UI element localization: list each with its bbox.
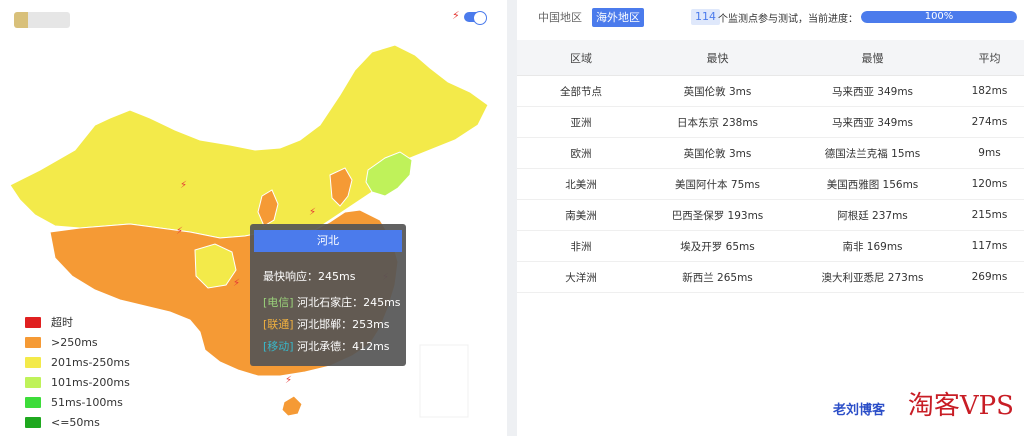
table-header: 区域 最快 最慢 平均 bbox=[517, 40, 1024, 76]
cell-fastest: 巴西圣保罗 193ms bbox=[671, 209, 764, 222]
progress-text: 100% bbox=[924, 11, 954, 22]
panel-divider bbox=[507, 0, 517, 436]
bolt-icon: ⚡ bbox=[180, 180, 187, 191]
map-region-north-west[interactable] bbox=[9, 44, 489, 239]
tooltip-line-mobile: [移动] 河北承德：412ms bbox=[263, 338, 390, 354]
table-row: 大洋洲 新西兰 265ms 澳大利亚悉尼 273ms 269ms bbox=[517, 262, 1024, 293]
tooltip-value: 河北石家庄：245ms bbox=[293, 296, 401, 309]
progress-label: 个监测点参与测试，当前进度： bbox=[718, 14, 858, 25]
legend-item[interactable]: >250ms bbox=[25, 332, 130, 352]
cell-fastest: 日本东京 238ms bbox=[676, 116, 759, 129]
cell-slowest: 澳大利亚悉尼 273ms bbox=[821, 271, 924, 284]
cell-average: 215ms bbox=[971, 209, 1008, 221]
legend-label: 51ms-100ms bbox=[51, 395, 123, 409]
cell-slowest: 马来西亚 349ms bbox=[831, 85, 914, 98]
map-panel: ⚡ ⚡ ⚡ ⚡ ⚡ ⚡ ⚡ 超时 >250ms bbox=[0, 0, 507, 436]
bolt-icon: ⚡ bbox=[233, 278, 240, 289]
map-region-hainan[interactable] bbox=[281, 395, 303, 417]
cell-average: 274ms bbox=[971, 116, 1008, 128]
header-slowest[interactable]: 最慢 bbox=[790, 40, 955, 75]
isp-unicom-label: [联通] bbox=[263, 318, 294, 331]
tooltip-fastest: 最快响应：245ms bbox=[263, 270, 356, 283]
legend-swatch bbox=[25, 336, 41, 348]
isp-mobile-label: [移动] bbox=[263, 340, 294, 353]
cell-fastest: 美国阿什本 75ms bbox=[675, 178, 760, 191]
cell-slowest: 南非 169ms bbox=[842, 240, 903, 253]
header-average[interactable]: 平均 bbox=[955, 40, 1024, 75]
results-table: 区域 最快 最慢 平均 全部节点 英国伦敦 3ms 马来西亚 349ms 182… bbox=[517, 40, 1024, 293]
cell-region: 欧洲 bbox=[570, 147, 592, 160]
header-fastest[interactable]: 最快 bbox=[645, 40, 790, 75]
tooltip-line-telecom: [电信] 河北石家庄：245ms bbox=[263, 294, 401, 310]
table-row: 非洲 埃及开罗 65ms 南非 169ms 117ms bbox=[517, 231, 1024, 262]
isp-telecom-label: [电信] bbox=[263, 296, 294, 309]
cell-region: 大洋洲 bbox=[565, 271, 597, 284]
legend-swatch bbox=[25, 416, 41, 428]
bolt-icon: ⚡ bbox=[285, 375, 292, 386]
cell-slowest: 德国法兰克福 15ms bbox=[824, 147, 921, 160]
bolt-icon: ⚡ bbox=[309, 207, 316, 218]
legend-item[interactable]: 201ms-250ms bbox=[25, 352, 130, 372]
legend-item[interactable]: <=50ms bbox=[25, 412, 130, 432]
legend-item[interactable]: 101ms-200ms bbox=[25, 372, 130, 392]
cell-fastest: 英国伦敦 3ms bbox=[683, 147, 752, 160]
south-china-sea-inset bbox=[419, 344, 469, 418]
legend-label: 101ms-200ms bbox=[51, 375, 130, 389]
legend-item[interactable]: 51ms-100ms bbox=[25, 392, 130, 412]
cell-slowest: 马来西亚 349ms bbox=[831, 116, 914, 129]
region-tabs: 中国地区 海外地区 bbox=[534, 8, 644, 27]
tooltip-title: 河北 bbox=[254, 230, 402, 252]
blog-watermark: 老刘博客 bbox=[833, 403, 886, 418]
legend-swatch bbox=[25, 376, 41, 388]
cell-average: 182ms bbox=[971, 85, 1008, 97]
results-panel: 中国地区 海外地区 114 个监测点参与测试，当前进度： 100% 区域 最快 … bbox=[517, 0, 1024, 436]
tooltip-value: 河北承德：412ms bbox=[293, 340, 390, 353]
cell-region: 北美洲 bbox=[565, 178, 597, 191]
cell-fastest: 埃及开罗 65ms bbox=[680, 240, 755, 253]
legend-swatch bbox=[25, 396, 41, 408]
table-row: 亚洲 日本东京 238ms 马来西亚 349ms 274ms bbox=[517, 107, 1024, 138]
brand-watermark: 淘客VPS bbox=[907, 391, 1014, 421]
cell-region: 非洲 bbox=[570, 240, 592, 253]
cell-average: 269ms bbox=[971, 271, 1008, 283]
table-row: 全部节点 英国伦敦 3ms 马来西亚 349ms 182ms bbox=[517, 76, 1024, 107]
node-count-badge: 114 bbox=[691, 9, 720, 25]
tooltip-line-unicom: [联通] 河北邯郸：253ms bbox=[263, 316, 390, 332]
legend-label: <=50ms bbox=[51, 415, 100, 429]
legend-item[interactable]: 超时 bbox=[25, 312, 130, 332]
legend-label: 201ms-250ms bbox=[51, 355, 130, 369]
cell-average: 120ms bbox=[971, 178, 1008, 190]
cell-average: 9ms bbox=[978, 147, 1001, 159]
cell-fastest: 英国伦敦 3ms bbox=[683, 85, 752, 98]
bolt-icon: ⚡ bbox=[176, 226, 183, 237]
legend-label: >250ms bbox=[51, 335, 98, 349]
cell-slowest: 阿根廷 237ms bbox=[837, 209, 908, 222]
cell-average: 117ms bbox=[971, 240, 1008, 252]
legend-label: 超时 bbox=[51, 316, 73, 329]
tab-overseas[interactable]: 海外地区 bbox=[592, 8, 644, 27]
legend-swatch bbox=[25, 356, 41, 368]
province-tooltip: 河北 最快响应：245ms [电信] 河北石家庄：245ms [联通] 河北邯郸… bbox=[250, 224, 406, 366]
tooltip-value: 河北邯郸：253ms bbox=[293, 318, 390, 331]
table-row: 南美洲 巴西圣保罗 193ms 阿根廷 237ms 215ms bbox=[517, 200, 1024, 231]
legend-swatch bbox=[25, 316, 41, 328]
table-row: 欧洲 英国伦敦 3ms 德国法兰克福 15ms 9ms bbox=[517, 138, 1024, 169]
cell-region: 南美洲 bbox=[565, 209, 597, 222]
progress-bar: 100% bbox=[861, 11, 1017, 23]
tab-china[interactable]: 中国地区 bbox=[534, 8, 586, 27]
cell-region: 全部节点 bbox=[560, 85, 602, 98]
cell-fastest: 新西兰 265ms bbox=[682, 271, 753, 284]
table-row: 北美洲 美国阿什本 75ms 美国西雅图 156ms 120ms bbox=[517, 169, 1024, 200]
map-legend: 超时 >250ms 201ms-250ms 101ms-200ms 51ms-1… bbox=[25, 312, 130, 432]
header-region[interactable]: 区域 bbox=[517, 40, 645, 75]
cell-region: 亚洲 bbox=[570, 116, 592, 129]
cell-slowest: 美国西雅图 156ms bbox=[826, 178, 919, 191]
